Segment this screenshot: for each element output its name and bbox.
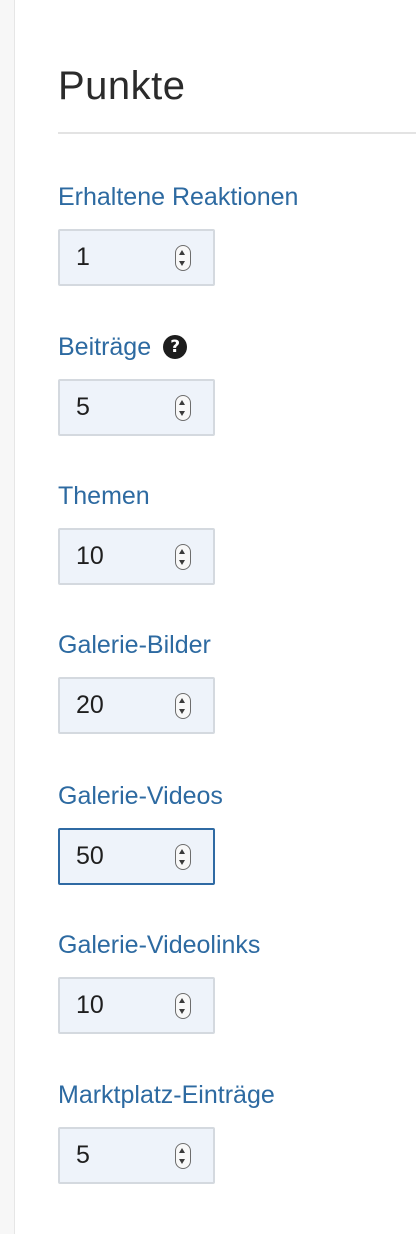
threads-input[interactable]: 10 <box>58 528 215 585</box>
field-gallery-videos: Galerie-Videos 50 <box>58 781 223 885</box>
stepper-down-arrow-icon[interactable] <box>179 860 185 865</box>
field-label: Erhaltene Reaktionen <box>58 182 299 211</box>
gallery-videos-input[interactable]: 50 <box>58 828 215 885</box>
number-stepper-icon[interactable] <box>175 993 191 1019</box>
stepper-down-arrow-icon[interactable] <box>179 1159 185 1164</box>
question-circle-icon[interactable]: ? <box>163 335 188 359</box>
marketplace-entries-input[interactable]: 5 <box>58 1127 215 1184</box>
field-label-row: Beiträge ? <box>58 332 215 362</box>
number-stepper-icon[interactable] <box>175 245 191 271</box>
title-divider <box>58 132 416 134</box>
input-value: 20 <box>76 691 104 719</box>
field-label: Beiträge <box>58 332 152 361</box>
received-reactions-input[interactable]: 1 <box>58 229 215 286</box>
field-label: Themen <box>58 481 150 510</box>
field-threads: Themen 10 <box>58 481 215 585</box>
stepper-up-arrow-icon[interactable] <box>179 849 185 854</box>
section-title: Punkte <box>58 64 186 108</box>
number-stepper-icon[interactable] <box>175 544 191 570</box>
stepper-up-arrow-icon[interactable] <box>179 549 185 554</box>
field-label: Marktplatz-Einträge <box>58 1080 275 1109</box>
stepper-down-arrow-icon[interactable] <box>179 1009 185 1014</box>
stepper-up-arrow-icon[interactable] <box>179 400 185 405</box>
input-value: 1 <box>76 243 90 271</box>
field-gallery-images: Galerie-Bilder 20 <box>58 630 215 734</box>
field-label: Galerie-Bilder <box>58 630 211 659</box>
field-gallery-videolinks: Galerie-Videolinks 10 <box>58 930 260 1034</box>
stepper-down-arrow-icon[interactable] <box>179 709 185 714</box>
number-stepper-icon[interactable] <box>175 395 191 421</box>
stepper-up-arrow-icon[interactable] <box>179 698 185 703</box>
stepper-down-arrow-icon[interactable] <box>179 261 185 266</box>
input-value: 5 <box>76 393 90 421</box>
number-stepper-icon[interactable] <box>175 844 191 870</box>
input-value: 50 <box>76 842 104 870</box>
number-stepper-icon[interactable] <box>175 693 191 719</box>
number-stepper-icon[interactable] <box>175 1143 191 1169</box>
field-received-reactions: Erhaltene Reaktionen 1 <box>58 182 298 286</box>
gallery-videolinks-input[interactable]: 10 <box>58 977 215 1034</box>
field-marketplace-entries: Marktplatz-Einträge 5 <box>58 1080 275 1184</box>
stepper-up-arrow-icon[interactable] <box>179 250 185 255</box>
field-label: Galerie-Videolinks <box>58 930 261 959</box>
gallery-images-input[interactable]: 20 <box>58 677 215 734</box>
stepper-down-arrow-icon[interactable] <box>179 560 185 565</box>
stepper-up-arrow-icon[interactable] <box>179 1148 185 1153</box>
points-panel: Punkte Erhaltene Reaktionen 1 Beiträge ?… <box>14 0 416 1234</box>
field-label: Galerie-Videos <box>58 781 223 810</box>
field-posts: Beiträge ? 5 <box>58 332 215 436</box>
posts-input[interactable]: 5 <box>58 379 215 436</box>
stepper-up-arrow-icon[interactable] <box>179 998 185 1003</box>
input-value: 10 <box>76 542 104 570</box>
input-value: 10 <box>76 991 104 1019</box>
input-value: 5 <box>76 1141 90 1169</box>
stepper-down-arrow-icon[interactable] <box>179 411 185 416</box>
